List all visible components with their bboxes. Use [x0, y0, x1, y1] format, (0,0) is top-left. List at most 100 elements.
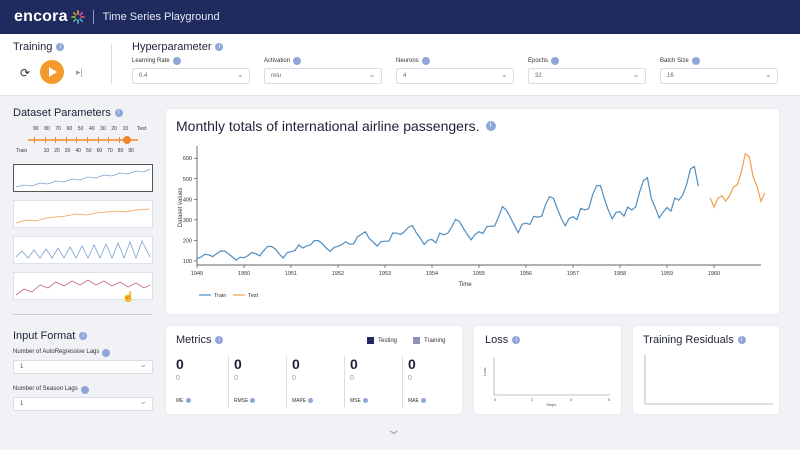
y-tick-label: 400 [183, 197, 192, 203]
info-icon[interactable]: i [114, 109, 123, 117]
test-tick: 40 [89, 126, 95, 132]
metric-name-mse: MSE [350, 398, 368, 404]
epochs-select[interactable]: 32 [528, 67, 646, 84]
info-icon[interactable] [551, 57, 560, 65]
metric-value-mse: 0 [350, 356, 358, 372]
slider-tick-mark [87, 137, 88, 143]
y-tick-label: 100 [183, 259, 192, 265]
scroll-down-icon[interactable]: ⌄ [386, 421, 402, 438]
metric-name-me: ME [176, 398, 191, 404]
batch-size-select[interactable]: 16 [660, 67, 778, 84]
neurons-select[interactable]: 4 [396, 67, 514, 84]
metric-subvalue-mse: 0 [350, 375, 354, 382]
info-icon[interactable] [185, 398, 191, 403]
play-button[interactable] [40, 60, 64, 84]
season-lags-label: Number of Season Lags [13, 386, 89, 394]
series-line-train [196, 165, 699, 261]
metric-subvalue-rmse: 0 [234, 375, 238, 382]
slider-tick-mark [76, 137, 78, 143]
info-icon[interactable]: i [215, 43, 224, 51]
info-icon[interactable] [250, 398, 256, 403]
season-lags-select[interactable]: 1 [13, 395, 153, 411]
controls-bar [0, 34, 800, 96]
x-tick-label: 1959 [661, 271, 673, 277]
loss-tick-2: 2 [531, 397, 534, 402]
training-title: Training i [13, 41, 65, 53]
train-tick: 90 [128, 148, 134, 154]
info-icon[interactable] [308, 398, 314, 403]
step-forward-icon[interactable]: ▸| [76, 67, 83, 78]
test-tick: Test [137, 126, 147, 132]
metric-name-mape: MAPE [292, 398, 314, 404]
info-icon[interactable] [172, 57, 181, 65]
chart-title: Monthly totals of international airline … [176, 118, 496, 134]
training-legend-swatch [413, 337, 421, 344]
loss-xlabel: Steps [546, 402, 556, 407]
metric-value-mae: 0 [408, 356, 416, 372]
loss-title: Loss i [485, 334, 521, 346]
residuals-chart [644, 355, 773, 405]
info-icon[interactable] [102, 349, 111, 357]
test-tick: 20 [111, 126, 117, 132]
train-tick: 10 [43, 148, 50, 154]
top-bar: encora Time Series Playground [0, 0, 800, 34]
info-icon[interactable]: i [737, 336, 746, 344]
slider-tick-mark [34, 137, 35, 143]
info-icon[interactable] [293, 57, 302, 65]
info-icon[interactable] [362, 398, 368, 403]
x-tick-label: 1958 [614, 271, 626, 277]
slider-tick-mark [108, 137, 110, 143]
test-tick: 80 [44, 126, 50, 132]
x-tick-label: 1956 [520, 271, 532, 277]
passenger-line-chart: 100 200 300 400 500 600 1949 1950 1951 1952 1953 19… [178, 146, 766, 299]
ar-lags-label: Number of AutoRegressive Lags [13, 349, 111, 357]
dataset-thumb-3[interactable] [13, 236, 153, 264]
info-icon[interactable] [691, 57, 700, 65]
restart-icon[interactable]: ⟳ [20, 66, 30, 80]
info-icon[interactable]: i [512, 336, 521, 344]
train-tick: 30 [64, 148, 71, 154]
app-title: Time Series Playground [102, 11, 220, 23]
x-tick-label: 1950 [238, 271, 250, 277]
ar-lags-select[interactable]: 1 [13, 358, 153, 374]
batch-size-label: Batch Size [660, 57, 700, 65]
test-tick: 10 [122, 126, 129, 132]
metrics-legend: Testing Training [367, 337, 445, 344]
learning-rate-select[interactable]: 0.4 [132, 67, 250, 84]
legend-train-label: Train [214, 293, 226, 299]
metric-value-mape: 0 [292, 356, 300, 372]
metric-name-mae: MAE [408, 398, 426, 404]
metrics-title: Metrics i [176, 334, 224, 346]
split-slider-handle[interactable] [123, 136, 131, 144]
train-tick: 50 [86, 148, 92, 154]
metric-value-rmse: 0 [234, 356, 242, 372]
metric-subvalue-me: 0 [176, 375, 180, 382]
info-icon[interactable] [420, 398, 426, 403]
info-icon[interactable] [421, 57, 430, 65]
neurons-label: Neurons [396, 57, 430, 65]
brand-logo: encora [14, 8, 68, 25]
info-icon[interactable]: i [215, 336, 224, 344]
info-icon[interactable]: i [485, 121, 496, 131]
activation-select[interactable]: relu [264, 67, 382, 84]
dataset-thumb-2[interactable] [13, 200, 153, 228]
metric-value-me: 0 [176, 356, 184, 372]
testing-legend-swatch [367, 337, 374, 344]
y-tick-label: 600 [183, 156, 192, 162]
dataset-parameters-title: Dataset Parameters i [13, 107, 123, 119]
test-tick: 50 [77, 126, 84, 132]
info-icon[interactable]: i [56, 43, 65, 51]
train-tick: 80 [117, 148, 124, 154]
legend-test-label: Test [248, 293, 259, 299]
y-tick-label: 500 [183, 177, 192, 183]
train-tick: 20 [54, 148, 60, 154]
dataset-thumb-airline[interactable] [13, 164, 153, 192]
x-tick-label: 1953 [379, 271, 391, 277]
info-icon[interactable]: i [79, 332, 88, 340]
x-tick-label: 1951 [285, 271, 297, 277]
y-tick-label: 200 [183, 238, 192, 244]
metric-divider [286, 356, 287, 408]
info-icon[interactable] [80, 386, 89, 394]
residuals-title: Training Residuals i [643, 334, 746, 346]
metric-subvalue-mape: 0 [292, 375, 296, 382]
